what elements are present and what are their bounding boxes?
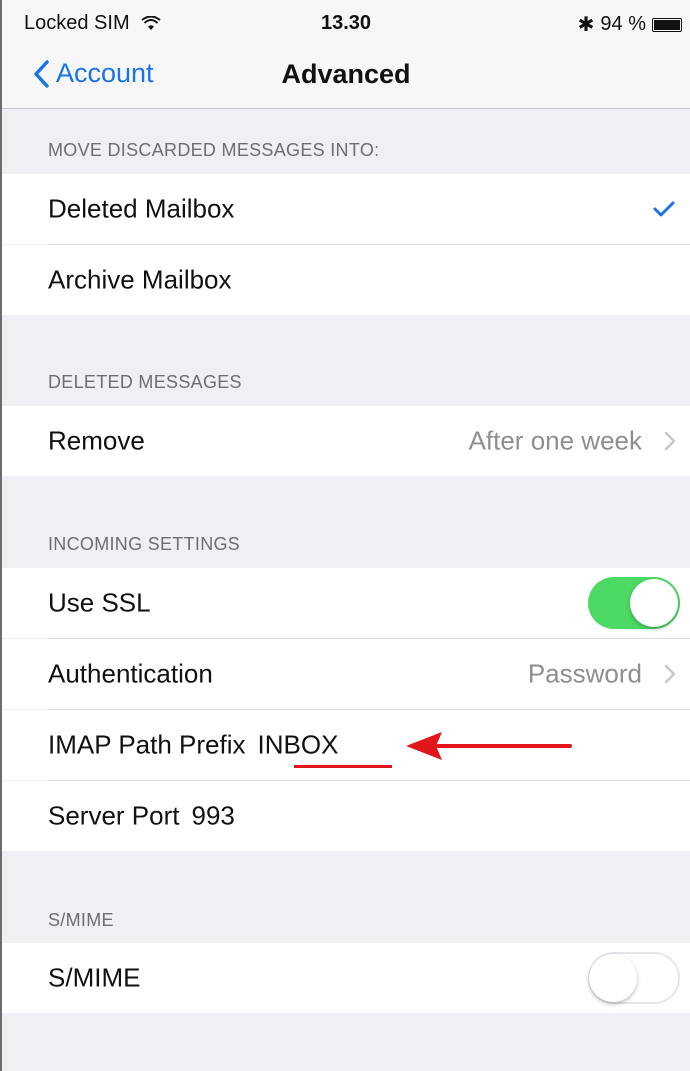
battery-icon	[652, 17, 682, 32]
status-right: ✱ 94 %	[578, 12, 682, 37]
deleted-mailbox-option[interactable]: Deleted Mailbox	[2, 174, 690, 244]
smime-row: S/MIME	[2, 943, 690, 1013]
authentication-row[interactable]: Authentication Password	[2, 639, 690, 709]
checkmark-icon	[653, 201, 675, 217]
section-header-incoming: INCOMING SETTINGS	[48, 534, 241, 554]
toggle-knob	[589, 954, 637, 1002]
server-port-label: Server Port	[48, 800, 180, 831]
smime-toggle[interactable]	[588, 952, 680, 1004]
chevron-right-icon	[664, 431, 676, 451]
authentication-value: Password	[527, 658, 642, 689]
use-ssl-row: Use SSL	[2, 568, 690, 638]
server-port-row[interactable]: Server Port 993	[2, 781, 690, 851]
section-header-discard: MOVE DISCARDED MESSAGES INTO:	[48, 140, 380, 160]
archive-mailbox-option[interactable]: Archive Mailbox	[2, 245, 690, 315]
section-header-deleted: DELETED MESSAGES	[48, 372, 242, 392]
remove-value: After one week	[468, 425, 642, 456]
toggle-knob	[630, 579, 678, 627]
settings-screen: Locked SIM 13.30 ✱ 94 % Account Advanced…	[0, 0, 690, 1071]
annotation-arrow-icon	[406, 732, 572, 760]
chevron-right-icon	[664, 664, 676, 684]
annotation-underline	[294, 765, 392, 768]
imap-path-prefix-input[interactable]: INBOX	[258, 730, 339, 760]
section-header-smime: S/MIME	[48, 910, 114, 930]
page-title: Advanced	[281, 59, 411, 89]
status-bar: Locked SIM 13.30 ✱ 94 %	[2, 0, 690, 44]
bluetooth-icon: ✱	[577, 14, 595, 36]
navigation-bar: Account Advanced	[2, 44, 690, 109]
imap-path-prefix-label: IMAP Path Prefix	[48, 729, 246, 760]
battery-percent: 94 %	[600, 13, 646, 35]
server-port-input[interactable]: 993	[192, 801, 235, 831]
remove-row[interactable]: Remove After one week	[2, 406, 690, 476]
imap-path-prefix-row[interactable]: IMAP Path Prefix INBOX	[2, 710, 690, 780]
use-ssl-toggle[interactable]	[588, 577, 680, 629]
